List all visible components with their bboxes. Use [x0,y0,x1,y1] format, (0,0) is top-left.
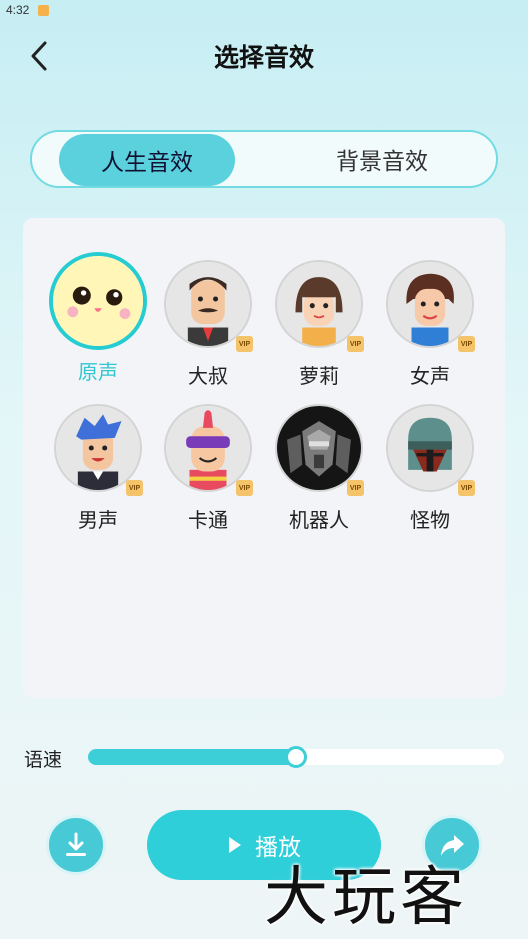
effect-loli[interactable]: VIP 萝莉 [264,260,374,390]
download-icon [66,832,86,856]
woman-avatar-icon [386,260,474,348]
effect-robot[interactable]: VIP 机器人 [264,404,374,534]
girl-avatar-icon [275,260,363,348]
watermark-text: 大玩客 [264,861,468,935]
cartoon-avatar-icon [164,404,252,492]
effect-label: 萝莉 [299,364,339,388]
vip-badge: VIP [347,336,364,352]
effect-label: 大叔 [188,364,228,388]
effect-original[interactable]: 原声 [43,252,153,386]
status-time: 4:32 [6,3,30,17]
effect-label: 机器人 [289,508,349,532]
effect-label: 男声 [78,508,118,532]
speed-label: 语速 [24,749,63,771]
effect-label: 卡通 [188,508,228,532]
tab-background-effects[interactable]: 背景音效 [292,132,472,186]
speed-slider-fill [88,749,296,765]
effect-cartoon[interactable]: VIP 卡通 [153,404,263,534]
effect-female[interactable]: VIP 女声 [375,260,485,390]
play-icon [229,837,241,853]
monster-avatar-icon [386,404,474,492]
speed-slider[interactable] [88,746,504,768]
page-title: 选择音效 [213,43,314,72]
notification-icon [38,5,49,16]
vip-badge: VIP [126,480,143,496]
effect-label: 原声 [78,360,118,384]
tab-switcher: 人生音效 背景音效 [30,130,498,188]
effect-label: 怪物 [410,508,450,532]
vip-badge: VIP [236,480,253,496]
effect-monster[interactable]: VIP 怪物 [375,404,485,534]
download-button[interactable] [46,815,106,875]
effect-male[interactable]: VIP 男声 [43,404,153,534]
speed-slider-handle[interactable] [285,746,307,768]
uncle-avatar-icon [164,260,252,348]
vip-badge: VIP [458,480,475,496]
effect-label: 女声 [410,364,450,388]
cute-face-icon [49,252,147,350]
vip-badge: VIP [347,480,364,496]
vip-badge: VIP [236,336,253,352]
effect-uncle[interactable]: VIP 大叔 [153,260,263,390]
vip-badge: VIP [458,336,475,352]
effects-grid: 原声 VIP 大叔 VIP 萝莉 VIP 女声 VIP 男声 VIP 卡通 VI… [23,218,505,698]
robot-avatar-icon [275,404,363,492]
status-bar: 4:32 [0,0,528,22]
tab-human-effects[interactable]: 人生音效 [59,134,235,186]
man-avatar-icon [54,404,142,492]
